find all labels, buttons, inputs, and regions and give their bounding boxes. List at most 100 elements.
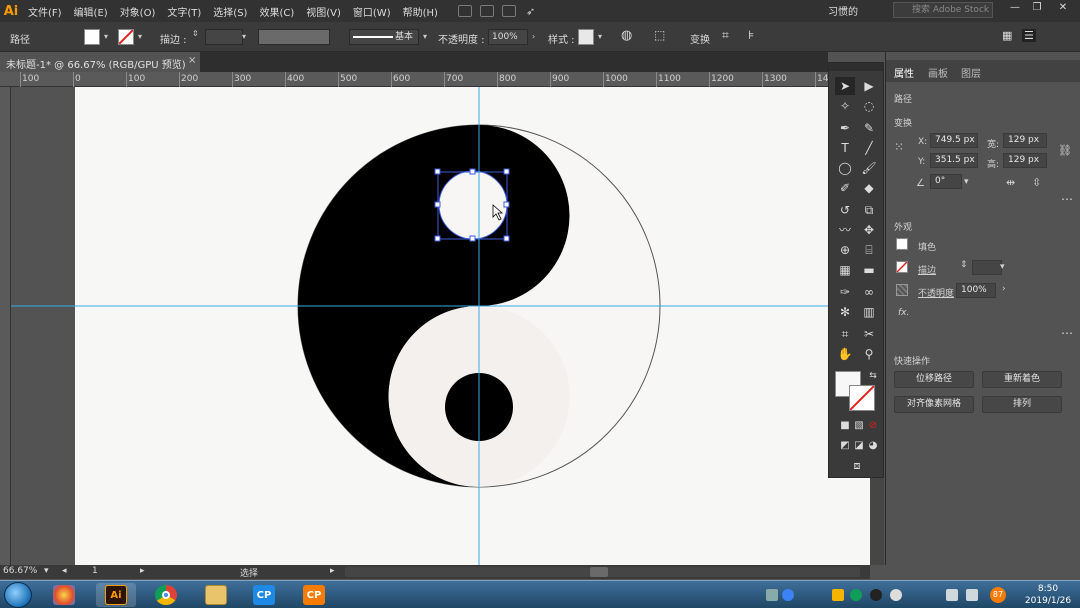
chevron-down-icon[interactable]: ▾ [1000,262,1005,272]
align-icon[interactable]: ⬚ [654,28,665,42]
workspace-switcher[interactable]: 习惯的 [828,3,858,18]
chevron-right-icon[interactable]: › [1002,284,1006,294]
taskbar-illustrator[interactable]: Ai [96,583,136,607]
more-options-icon[interactable]: ⋯ [1061,326,1073,340]
horizontal-scroll-thumb[interactable] [590,567,608,577]
type-tool-icon[interactable]: T [835,139,855,157]
fill-swatch-panel[interactable] [896,238,908,250]
gpu-icon[interactable]: ➶ [526,5,535,18]
artboard-number[interactable]: 1 [92,566,98,576]
panel-layout-icon[interactable]: ▦ [1002,29,1012,42]
chevron-down-icon[interactable]: ▾ [964,177,969,187]
transform-link[interactable]: 变换 [690,31,710,46]
stroke-label-panel[interactable]: 描边 [918,263,936,276]
paintbrush-icon[interactable]: 🖌 [859,159,879,177]
warp-icon[interactable]: 〰 [835,221,855,239]
free-transform-icon[interactable]: ✥ [859,221,879,239]
blend-icon[interactable]: ∞ [859,283,879,301]
tray-keyboard-icon[interactable] [766,589,778,601]
shape-builder-icon[interactable]: ⊕ [835,241,855,259]
zoom-tool-icon[interactable]: ⚲ [859,345,879,363]
width-input[interactable]: 129 px [1003,133,1047,148]
tab-layers[interactable]: 图层 [961,65,981,80]
opacity-label-panel[interactable]: 不透明度 [918,286,954,299]
y-input[interactable]: 351.5 px [930,153,978,168]
x-input[interactable]: 749.5 px [930,133,978,148]
status-menu-icon[interactable]: ▸ [330,566,335,576]
chevron-down-icon[interactable]: ▾ [138,32,142,41]
angle-input[interactable]: 0° [930,174,962,189]
close-tab-icon[interactable]: × [188,55,196,66]
chevron-down-icon[interactable]: ▾ [423,32,427,41]
recolor-button[interactable]: 重新着色 [982,371,1062,388]
chevron-down-icon[interactable]: ▾ [104,32,108,41]
taskbar-camtasia-2[interactable]: CP [294,583,334,607]
menu-edit[interactable]: 编辑(E) [68,4,114,19]
taskbar-camtasia-1[interactable]: CP [244,583,284,607]
tray-battery-badge[interactable]: 87 [990,587,1006,603]
stroke-swatch[interactable] [118,29,134,45]
start-button[interactable] [4,582,32,608]
perspective-icon[interactable]: ⌸ [859,241,879,259]
stock-search-input[interactable]: 搜索 Adobe Stock [893,2,993,18]
direct-selection-tool-icon[interactable]: ▶ [859,77,879,95]
tray-user-icon[interactable] [890,589,902,601]
rotate-icon[interactable]: ↺ [835,201,855,219]
stroke-profile-select[interactable]: 基本 [349,29,419,45]
tray-help-icon[interactable] [782,589,794,601]
stroke-weight-input[interactable] [205,29,243,45]
selection-tool-icon[interactable]: ➤ [835,77,855,95]
stepper-icon[interactable]: ⇕ [192,29,199,38]
artboard-tool-icon[interactable]: ⌗ [835,325,855,343]
offset-path-button[interactable]: 位移路径 [894,371,974,388]
curvature-icon[interactable]: ✎ [859,119,879,137]
hand-tool-icon[interactable]: ✋ [835,345,855,363]
system-clock[interactable]: 8:50 2019/1/26 [1020,583,1076,607]
fx-button[interactable]: fx. [898,308,909,318]
opacity-input[interactable]: 100% [488,29,528,45]
tray-app-icon[interactable] [850,589,862,601]
more-options-icon[interactable]: ⋯ [1061,192,1073,206]
stock-icon[interactable] [479,5,494,17]
tray-shield-icon[interactable] [832,589,844,601]
isolate-icon[interactable]: ⌗ [722,28,729,43]
maximize-icon[interactable]: ❐ [1028,2,1046,18]
tab-artboards[interactable]: 画板 [928,65,948,80]
prev-artboard-icon[interactable]: ◂ [62,566,67,576]
slice-icon[interactable]: ✂ [859,325,879,343]
tray-volume-icon[interactable] [966,589,978,601]
next-artboard-icon[interactable]: ▸ [140,566,145,576]
flip-vertical-icon[interactable]: ⇳ [1032,176,1041,189]
menu-select[interactable]: 选择(S) [207,4,253,19]
distribute-icon[interactable]: ⊧ [748,28,754,42]
taskbar-chrome[interactable] [146,583,186,607]
constrain-proportions-icon[interactable]: ⛓ [1058,144,1072,157]
opacity-input-panel[interactable]: 100% [956,283,996,298]
vertical-ruler[interactable] [0,87,11,565]
stroke-color-box[interactable] [849,385,875,411]
menu-file[interactable]: 文件(F) [22,4,68,19]
lasso-icon[interactable]: ◌ [859,97,879,115]
menu-effect[interactable]: 效果(C) [253,4,300,19]
fill-swatch[interactable] [84,29,100,45]
menu-view[interactable]: 视图(V) [300,4,347,19]
draw-inside-icon[interactable]: ◕ [863,437,883,455]
chevron-down-icon[interactable]: ▾ [242,32,246,41]
stroke-weight-panel[interactable] [972,260,1002,275]
pen-tool-icon[interactable]: ✒ [835,119,855,137]
flip-horizontal-icon[interactable]: ⇹ [1006,176,1015,189]
taskbar-explorer[interactable] [196,583,236,607]
menu-help[interactable]: 帮助(H) [397,4,444,19]
toolbox-header[interactable] [829,63,883,71]
horizontal-ruler[interactable]: 100 0 100 200 300 400 500 600 700 800 900 1000 1100 1… [0,72,828,87]
magic-wand-icon[interactable]: ✧ [835,97,855,115]
eraser-icon[interactable]: ◆ [859,179,879,197]
taskbar-app-colorful[interactable] [44,583,84,607]
swap-colors-icon[interactable]: ⇆ [863,367,883,385]
menu-type[interactable]: 文字(T) [161,4,207,19]
none-mode-icon[interactable]: ⊘ [863,417,883,435]
scale-icon[interactable]: ⧉ [859,201,879,219]
style-swatch[interactable] [578,29,594,45]
stepper-icon[interactable]: ⇕ [960,260,968,270]
minimize-icon[interactable]: — [1006,2,1024,18]
